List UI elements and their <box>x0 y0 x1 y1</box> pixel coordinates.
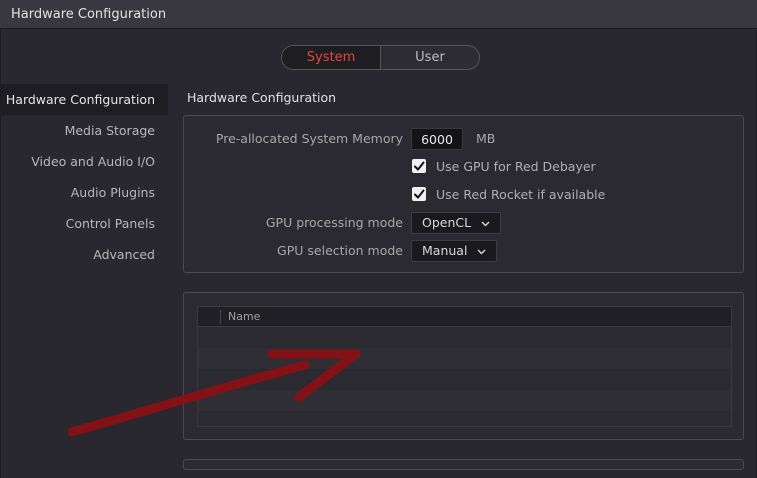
tab-user[interactable]: User <box>381 46 479 69</box>
red-rocket-row: Use Red Rocket if available <box>184 184 745 206</box>
column-divider <box>220 310 221 324</box>
hardware-settings-panel: Pre-allocated System Memory MB Use GPU f… <box>183 115 744 273</box>
gpu-red-debayer-label: Use GPU for Red Debayer <box>436 159 596 174</box>
list-row <box>198 327 731 348</box>
checkmark-icon <box>414 161 425 171</box>
checkmark-icon <box>414 189 425 199</box>
sidebar-item-video-and-audio-io[interactable]: Video and Audio I/O <box>1 146 168 177</box>
memory-row: Pre-allocated System Memory MB <box>184 128 745 150</box>
column-header-name[interactable]: Name <box>228 310 260 323</box>
list-row <box>198 348 731 369</box>
sidebar-item-media-storage[interactable]: Media Storage <box>1 115 168 146</box>
gpu-selection-value: Manual <box>422 243 468 258</box>
gpu-red-debayer-row: Use GPU for Red Debayer <box>184 156 745 178</box>
gpu-selection-label: GPU selection mode <box>277 243 403 258</box>
bottom-panel <box>183 459 744 470</box>
sidebar-item-advanced[interactable]: Advanced <box>1 239 168 270</box>
window-title: Hardware Configuration <box>11 7 167 22</box>
red-rocket-label: Use Red Rocket if available <box>436 187 606 202</box>
sidebar-item-audio-plugins[interactable]: Audio Plugins <box>1 177 168 208</box>
gpu-red-debayer-checkbox[interactable] <box>412 159 426 173</box>
sidebar-item-control-panels[interactable]: Control Panels <box>1 208 168 239</box>
memory-input[interactable] <box>411 128 463 150</box>
gpu-selection-row: GPU selection mode Manual <box>184 240 745 262</box>
memory-unit: MB <box>476 131 496 146</box>
chevron-down-icon <box>481 221 490 226</box>
gpu-list-panel: Name <box>183 292 744 440</box>
list-row <box>198 411 731 426</box>
gpu-processing-dropdown[interactable]: OpenCL <box>411 212 502 234</box>
gpu-list-header: Name <box>198 307 731 327</box>
gpu-selection-dropdown[interactable]: Manual <box>411 240 498 262</box>
chevron-down-icon <box>477 249 486 254</box>
gpu-processing-label: GPU processing mode <box>265 215 403 230</box>
preferences-sidebar: Hardware Configuration Media Storage Vid… <box>1 84 168 270</box>
list-row <box>198 369 731 390</box>
tab-system[interactable]: System <box>282 46 381 69</box>
red-rocket-checkbox[interactable] <box>412 187 426 201</box>
section-title: Hardware Configuration <box>187 90 337 105</box>
sidebar-item-hardware-configuration[interactable]: Hardware Configuration <box>1 84 168 115</box>
list-row <box>198 390 731 411</box>
window-title-bar: Hardware Configuration <box>0 0 757 29</box>
memory-label: Pre-allocated System Memory <box>215 131 403 146</box>
system-user-segmented-control: System User <box>281 45 480 70</box>
gpu-processing-row: GPU processing mode OpenCL <box>184 212 745 234</box>
gpu-processing-value: OpenCL <box>422 215 472 230</box>
gpu-list-table[interactable]: Name <box>197 306 732 427</box>
